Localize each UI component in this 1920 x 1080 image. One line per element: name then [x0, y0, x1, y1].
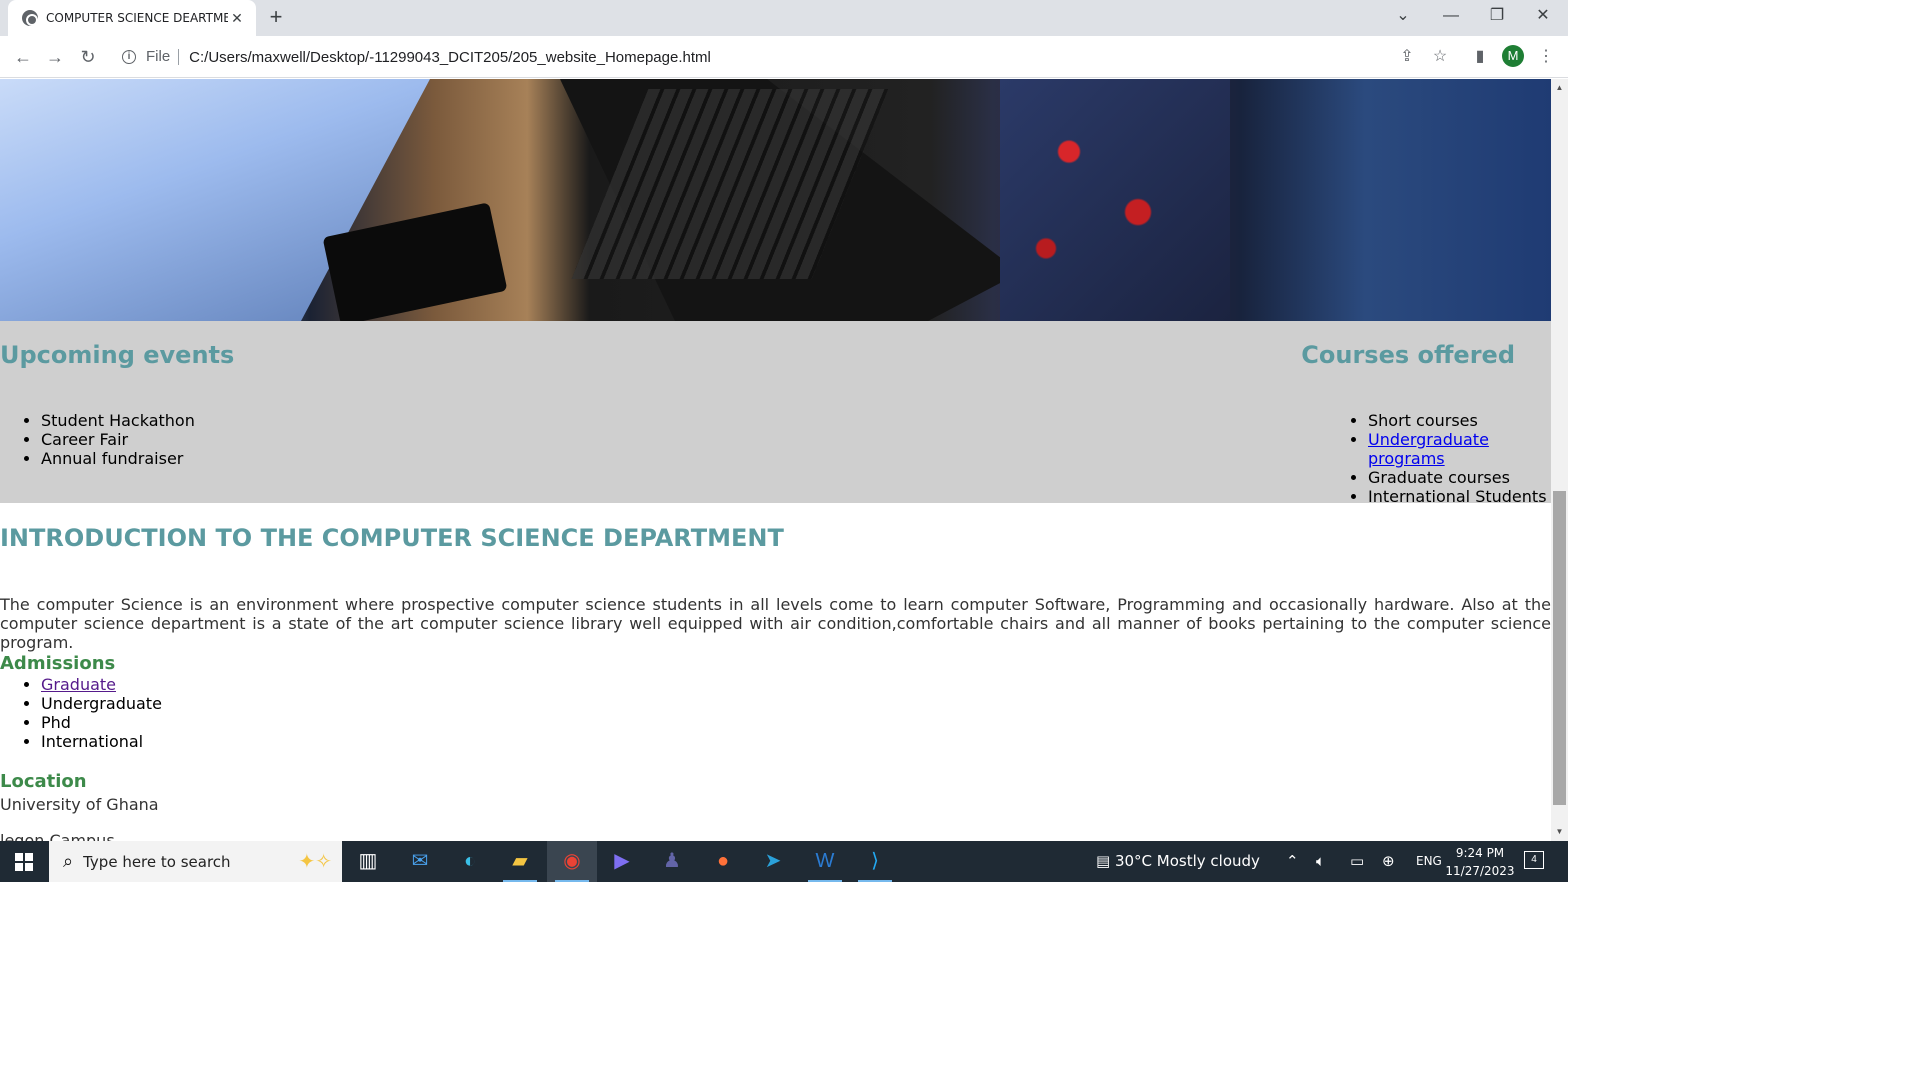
intro-heading: INTRODUCTION TO THE COMPUTER SCIENCE DEP… [0, 524, 784, 552]
list-item: Graduate courses [1368, 468, 1551, 487]
bookmark-star-icon[interactable]: ☆ [1428, 45, 1452, 69]
edge-browser-icon[interactable]: ◐ [445, 841, 495, 882]
url-scheme-label: File [146, 49, 180, 65]
list-item: Student Hackathon [41, 411, 195, 430]
close-window-button[interactable]: ✕ [1520, 0, 1566, 32]
tray-chevron-icon[interactable]: ⌃ [1286, 841, 1299, 882]
courses-offered-heading: Courses offered [1301, 341, 1515, 369]
location-heading: Location [0, 771, 87, 792]
list-item: Undergraduate [41, 694, 162, 713]
chrome-browser-icon[interactable]: ◉ [547, 841, 597, 882]
battery-icon[interactable]: ▭ [1350, 841, 1364, 882]
globe-icon [22, 10, 38, 26]
undergraduate-programs-link[interactable]: Undergraduate programs [1368, 430, 1489, 468]
search-icon: ⌕ [63, 851, 74, 871]
courses-list: Short courses Undergraduate programs Gra… [1368, 411, 1551, 506]
word-app-icon[interactable]: W [800, 841, 850, 882]
restore-button[interactable]: ❐ [1474, 0, 1520, 32]
start-button[interactable] [0, 841, 48, 882]
list-item: Undergraduate programs [1368, 430, 1551, 468]
teams-app-icon[interactable]: ♟ [647, 841, 697, 882]
intro-paragraph: The computer Science is an environment w… [0, 595, 1551, 652]
list-item: Short courses [1368, 411, 1551, 430]
back-arrow-icon[interactable]: ← [8, 42, 38, 72]
weather-widget[interactable]: ▤ 30°C Mostly cloudy [1096, 841, 1260, 882]
share-icon[interactable]: ⇪ [1395, 45, 1419, 69]
list-item: Annual fundraiser [41, 449, 195, 468]
notifications-icon[interactable]: 4 [1524, 851, 1544, 869]
admissions-list: Graduate Undergraduate Phd International [41, 675, 162, 751]
clock-date: 11/27/2023 [1445, 864, 1515, 878]
browser-tab-strip: COMPUTER SCIENCE DEARTMENT ✕ + ⌄ — ❐ ✕ [0, 0, 1568, 36]
new-tab-button[interactable]: + [262, 4, 290, 32]
network-globe-icon[interactable]: ⊕ [1382, 841, 1395, 882]
scroll-thumb[interactable] [1553, 491, 1566, 805]
location-line-1: University of Ghana [0, 795, 159, 814]
page-scrollbar[interactable]: ▲ ▼ [1551, 79, 1568, 841]
address-bar[interactable]: i File C:/Users/maxwell/Desktop/-1129904… [110, 40, 1380, 74]
windows-logo-icon [15, 853, 33, 871]
url-text[interactable]: C:/Users/maxwell/Desktop/-11299043_DCIT2… [189, 49, 711, 66]
weather-text: 30°C Mostly cloudy [1114, 852, 1260, 870]
tab-search-chevron-icon[interactable]: ⌄ [1380, 0, 1426, 32]
tab-title: COMPUTER SCIENCE DEARTMENT [46, 11, 228, 25]
location-line-2: legon Campus [0, 831, 115, 841]
menu-kebab-icon[interactable]: ⋮ [1534, 45, 1558, 69]
mail-app-icon[interactable]: ✉ [395, 841, 445, 882]
browser-tab[interactable]: COMPUTER SCIENCE DEARTMENT ✕ [8, 0, 256, 36]
side-panel-icon[interactable]: ▮ [1468, 45, 1492, 69]
search-placeholder: Type here to search [83, 852, 231, 871]
list-item: International Students [1368, 487, 1551, 506]
profile-avatar[interactable]: M [1502, 45, 1524, 67]
page-viewport: Upcoming events Student Hackathon Career… [0, 79, 1551, 841]
forward-arrow-icon[interactable]: → [40, 42, 70, 72]
events-list: Student Hackathon Career Fair Annual fun… [41, 411, 195, 468]
hero-dress [1000, 79, 1230, 321]
copilot-icon[interactable]: ▶ [597, 841, 647, 882]
list-item: Career Fair [41, 430, 195, 449]
list-item: International [41, 732, 162, 751]
minimize-button[interactable]: — [1428, 0, 1474, 32]
hero-image [0, 79, 1551, 321]
firefox-browser-icon[interactable]: ● [698, 841, 748, 882]
reload-icon[interactable]: ↻ [73, 42, 103, 72]
task-view-icon[interactable]: ▥ [343, 841, 393, 882]
volume-icon[interactable]: 🔈︎ [1316, 841, 1325, 882]
list-item: Phd [41, 713, 162, 732]
clock-time: 9:24 PM [1455, 846, 1505, 860]
weather-icon: ▤ [1096, 852, 1115, 870]
browser-toolbar: ← → ↻ i File C:/Users/maxwell/Desktop/-1… [0, 36, 1568, 78]
windows-taskbar: ⌕ Type here to search ✦✧ ▥ ✉ ◐ ▰ ◉ ▶ ♟ ●… [0, 841, 1568, 882]
vscode-app-icon[interactable]: ⟩ [850, 841, 900, 882]
graduate-link[interactable]: Graduate [41, 675, 116, 694]
events-courses-section: Upcoming events Student Hackathon Career… [0, 321, 1551, 506]
upcoming-events-heading: Upcoming events [0, 341, 235, 369]
search-highlight-icon: ✦✧ [298, 851, 332, 873]
close-tab-icon[interactable]: ✕ [228, 9, 246, 27]
file-explorer-icon[interactable]: ▰ [495, 841, 545, 882]
taskbar-search-box[interactable]: ⌕ Type here to search ✦✧ [49, 841, 342, 882]
list-item: Graduate [41, 675, 162, 694]
scroll-down-icon[interactable]: ▼ [1551, 825, 1568, 839]
scroll-up-icon[interactable]: ▲ [1551, 81, 1568, 95]
taskbar-clock[interactable]: 9:24 PM 11/27/2023 [1440, 844, 1520, 880]
admissions-heading: Admissions [0, 653, 116, 674]
info-icon[interactable]: i [122, 50, 136, 64]
telegram-app-icon[interactable]: ➤ [748, 841, 798, 882]
language-indicator[interactable]: ENG [1416, 841, 1442, 882]
